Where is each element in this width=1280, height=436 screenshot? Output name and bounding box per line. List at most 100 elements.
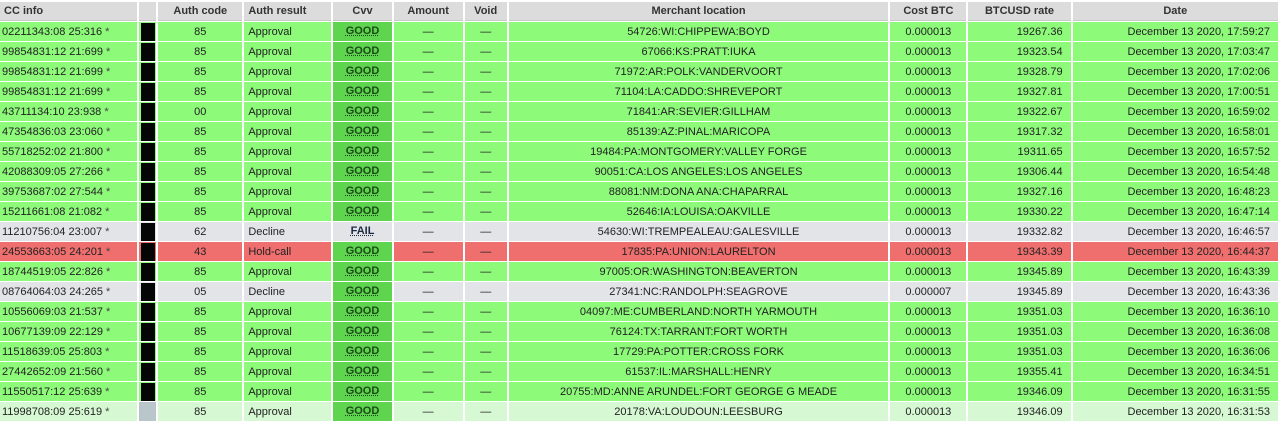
amount-cell: —	[393, 242, 463, 261]
auth-code-cell: 05	[158, 282, 243, 301]
cvv-cell[interactable]: GOOD	[333, 142, 392, 161]
table-row[interactable]: 42088309:05 27:266 * 85 Approval GOOD — —90051…	[0, 162, 1278, 181]
cvv-status-badge[interactable]: GOOD	[333, 242, 392, 261]
cost-btc-cell: 0.000013	[890, 202, 967, 221]
table-row[interactable]: 10677139:09 22:129 * 85 Approval GOOD — —76124…	[0, 322, 1278, 341]
cvv-cell[interactable]: FAIL	[333, 222, 392, 241]
swatch-cell	[139, 82, 157, 101]
cvv-status-badge[interactable]: GOOD	[333, 162, 392, 181]
table-row[interactable]: 47354836:03 23:060 * 85 Approval GOOD — —85139…	[0, 122, 1278, 141]
cvv-status-badge[interactable]: GOOD	[333, 402, 392, 421]
col-header-cost-btc[interactable]: Cost BTC	[890, 2, 967, 21]
table-row[interactable]: 55718252:02 21:800 * 85 Approval GOOD — —19484…	[0, 142, 1278, 161]
table-row[interactable]: 18744519:05 22:826 * 85 Approval GOOD — —97005…	[0, 262, 1278, 281]
cvv-cell[interactable]: GOOD	[333, 382, 392, 401]
cvv-cell[interactable]: GOOD	[333, 22, 392, 41]
cvv-status-badge[interactable]: GOOD	[333, 22, 392, 41]
color-swatch	[140, 222, 155, 241]
cc-info-cell[interactable]: 47354836:03 23:060 *	[0, 122, 138, 141]
table-row[interactable]: 11210756:04 23:007 * 62 Decline FAIL — —54630:…	[0, 222, 1278, 241]
cvv-cell[interactable]: GOOD	[333, 42, 392, 61]
auth-code-cell: 85	[158, 162, 243, 181]
cvv-status-badge[interactable]: GOOD	[333, 62, 392, 81]
cc-info-cell[interactable]: 11210756:04 23:007 *	[0, 222, 138, 241]
cc-info-cell[interactable]: 27442652:09 21:560 *	[0, 362, 138, 381]
cvv-cell[interactable]: GOOD	[333, 62, 392, 81]
cvv-status-badge[interactable]: GOOD	[333, 342, 392, 361]
cost-btc-cell: 0.000013	[890, 402, 967, 421]
table-row[interactable]: 10556069:03 21:537 * 85 Approval GOOD — —04097…	[0, 302, 1278, 321]
cc-info-cell[interactable]: 10556069:03 21:537 *	[0, 302, 138, 321]
cvv-cell[interactable]: GOOD	[333, 262, 392, 281]
cvv-status-badge[interactable]: GOOD	[333, 102, 392, 121]
cc-info-cell[interactable]: 55718252:02 21:800 *	[0, 142, 138, 161]
cvv-cell[interactable]: GOOD	[333, 242, 392, 261]
cvv-status-badge[interactable]: GOOD	[333, 322, 392, 341]
col-header-cc-info[interactable]: CC info	[0, 2, 138, 21]
col-header-date[interactable]: Date	[1072, 2, 1278, 21]
cvv-status-badge[interactable]: GOOD	[333, 302, 392, 321]
cvv-cell[interactable]: GOOD	[333, 182, 392, 201]
cc-info-cell[interactable]: 08764064:03 24:265 *	[0, 282, 138, 301]
table-row[interactable]: 02211343:08 25:316 * 85 Approval GOOD — —54726…	[0, 22, 1278, 41]
cvv-status-badge[interactable]: GOOD	[333, 262, 392, 281]
col-header-btcusd-rate[interactable]: BTCUSD rate	[968, 2, 1071, 21]
cvv-status-badge[interactable]: GOOD	[333, 202, 392, 221]
cvv-cell[interactable]: GOOD	[333, 122, 392, 141]
cc-info-cell[interactable]: 02211343:08 25:316 *	[0, 22, 138, 41]
cc-info-cell[interactable]: 11518639:05 25:803 *	[0, 342, 138, 361]
table-row[interactable]: 99854831:12 21:699 * 85 Approval GOOD — —71104…	[0, 82, 1278, 101]
cvv-cell[interactable]: GOOD	[333, 82, 392, 101]
cvv-status-badge[interactable]: GOOD	[333, 382, 392, 401]
col-header-auth-result[interactable]: Auth result	[244, 2, 332, 21]
table-row[interactable]: 24553663:05 24:201 * 43 Hold-call GOOD — —1783…	[0, 242, 1278, 261]
cvv-cell[interactable]: GOOD	[333, 202, 392, 221]
cvv-cell[interactable]: GOOD	[333, 102, 392, 121]
cvv-status-badge[interactable]: GOOD	[333, 122, 392, 141]
cc-info-cell[interactable]: 39753687:02 27:544 *	[0, 182, 138, 201]
table-row[interactable]: 08764064:03 24:265 * 05 Decline GOOD — —27341:…	[0, 282, 1278, 301]
cvv-cell[interactable]: GOOD	[333, 322, 392, 341]
cvv-cell[interactable]: GOOD	[333, 282, 392, 301]
cvv-status-badge[interactable]: GOOD	[333, 82, 392, 101]
table-row[interactable]: 27442652:09 21:560 * 85 Approval GOOD — —61537…	[0, 362, 1278, 381]
cc-info-cell[interactable]: 24553663:05 24:201 *	[0, 242, 138, 261]
cc-info-cell[interactable]: 99854831:12 21:699 *	[0, 62, 138, 81]
col-header-merchant-location[interactable]: Merchant location	[508, 2, 889, 21]
cc-info-cell[interactable]: 43711134:10 23:938 *	[0, 102, 138, 121]
date-cell: December 13 2020, 16:58:01	[1072, 122, 1278, 141]
cvv-status-badge[interactable]: GOOD	[333, 282, 392, 301]
col-header-void[interactable]: Void	[464, 2, 507, 21]
cvv-status-badge[interactable]: GOOD	[333, 42, 392, 61]
cc-info-cell[interactable]: 42088309:05 27:266 *	[0, 162, 138, 181]
cvv-cell[interactable]: GOOD	[333, 302, 392, 321]
table-row[interactable]: 11998708:09 25:619 * 85 Approval GOOD — —20178…	[0, 402, 1278, 421]
cvv-status-badge[interactable]: GOOD	[333, 182, 392, 201]
cvv-cell[interactable]: GOOD	[333, 402, 392, 421]
table-row[interactable]: 43711134:10 23:938 * 00 Approval GOOD — —71841…	[0, 102, 1278, 121]
col-header-auth-code[interactable]: Auth code	[158, 2, 243, 21]
table-row[interactable]: 39753687:02 27:544 * 85 Approval GOOD — —88081…	[0, 182, 1278, 201]
auth-code-cell: 85	[158, 402, 243, 421]
table-row[interactable]: 99854831:12 21:699 * 85 Approval GOOD — —71972…	[0, 62, 1278, 81]
table-row[interactable]: 99854831:12 21:699 * 85 Approval GOOD — —67066…	[0, 42, 1278, 61]
table-row[interactable]: 15211661:08 21:082 * 85 Approval GOOD — —52646…	[0, 202, 1278, 221]
cc-info-cell[interactable]: 11998708:09 25:619 *	[0, 402, 138, 421]
col-header-cvv[interactable]: Cvv	[333, 2, 392, 21]
cc-info-cell[interactable]: 18744519:05 22:826 *	[0, 262, 138, 281]
cvv-cell[interactable]: GOOD	[333, 362, 392, 381]
col-header-amount[interactable]: Amount	[393, 2, 463, 21]
cvv-status-badge[interactable]: FAIL	[333, 222, 391, 241]
cc-info-cell[interactable]: 11550517:12 25:639 *	[0, 382, 138, 401]
cc-info-cell[interactable]: 99854831:12 21:699 *	[0, 42, 138, 61]
cvv-status-badge[interactable]: GOOD	[333, 362, 392, 381]
color-swatch	[140, 382, 155, 401]
cvv-status-badge[interactable]: GOOD	[333, 142, 392, 161]
cvv-cell[interactable]: GOOD	[333, 342, 392, 361]
table-row[interactable]: 11518639:05 25:803 * 85 Approval GOOD — —17729…	[0, 342, 1278, 361]
cc-info-cell[interactable]: 10677139:09 22:129 *	[0, 322, 138, 341]
cvv-cell[interactable]: GOOD	[333, 162, 392, 181]
cc-info-cell[interactable]: 99854831:12 21:699 *	[0, 82, 138, 101]
table-row[interactable]: 11550517:12 25:639 * 85 Approval GOOD — —20755…	[0, 382, 1278, 401]
cc-info-cell[interactable]: 15211661:08 21:082 *	[0, 202, 138, 221]
